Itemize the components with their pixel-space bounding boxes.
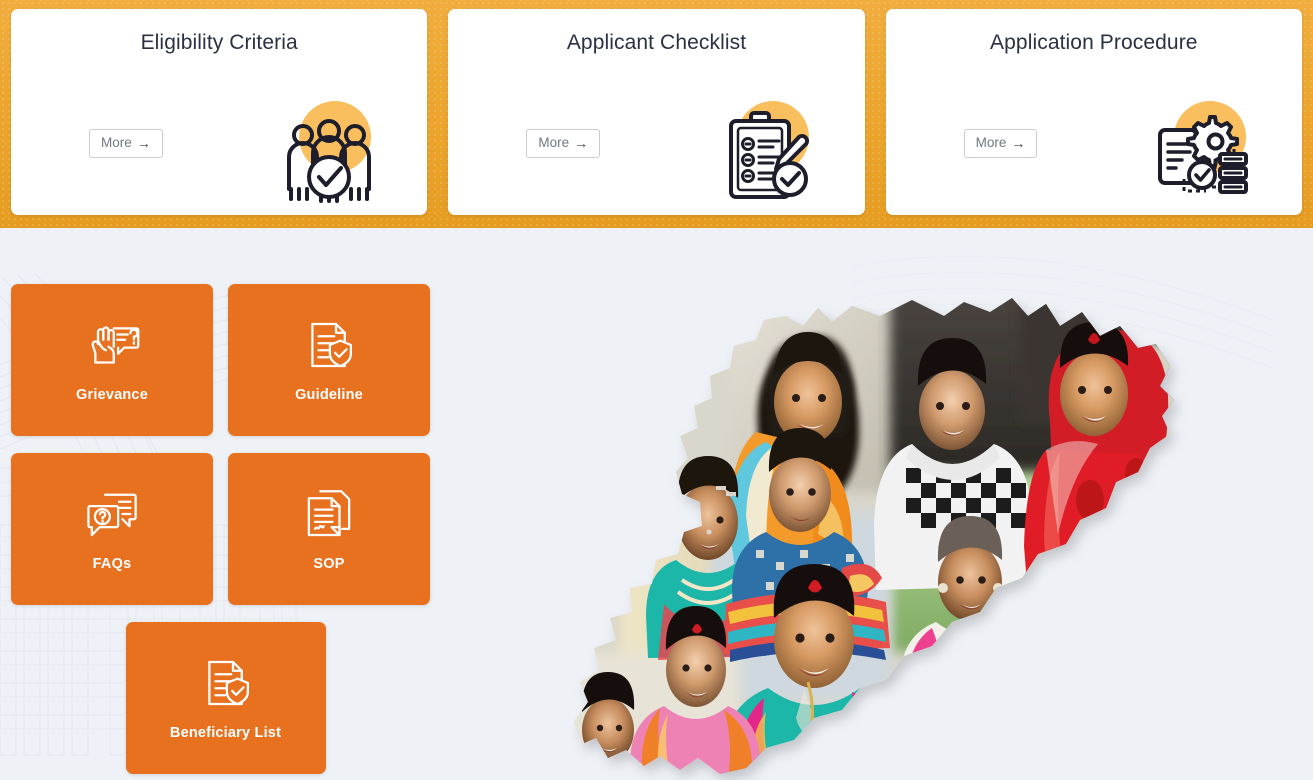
quick-links-row-1: Grievance Guideline bbox=[11, 284, 431, 436]
arrow-right-icon: → bbox=[574, 135, 589, 151]
info-card-application-procedure[interactable]: Application Procedure More → bbox=[885, 9, 1302, 215]
info-card-applicant-checklist[interactable]: Applicant Checklist More → bbox=[448, 9, 865, 215]
quick-links-row-2: FAQs SOP bbox=[11, 453, 431, 605]
more-button-application-procedure[interactable]: More → bbox=[963, 129, 1038, 158]
more-button-eligibility-criteria[interactable]: More → bbox=[89, 129, 163, 158]
quick-link-tile-beneficiary-list[interactable]: Beneficiary List bbox=[125, 622, 326, 774]
info-card-title: Eligibility Criteria bbox=[140, 31, 298, 54]
info-card-title: Application Procedure bbox=[990, 31, 1198, 54]
quick-link-label: Guideline bbox=[295, 387, 363, 403]
document-shield-check-icon bbox=[311, 322, 353, 368]
quick-link-tile-sop[interactable]: SOP bbox=[228, 453, 430, 605]
quick-link-label: Beneficiary List bbox=[169, 725, 282, 741]
odisha-state-map-photo-collage: Outline of Odisha state filled with a ph… bbox=[560, 282, 1220, 780]
question-speech-bubbles-icon bbox=[87, 493, 137, 537]
quick-link-tile-grievance[interactable]: Grievance bbox=[11, 284, 213, 436]
arrow-right-icon: → bbox=[136, 135, 151, 151]
top-highlight-band: Eligibility Criteria More → Applicant Ch… bbox=[0, 0, 1313, 228]
stacked-documents-signature-icon bbox=[307, 490, 351, 537]
people-group-check-icon bbox=[269, 97, 381, 209]
quick-link-label: Grievance bbox=[76, 387, 148, 403]
arrow-right-icon: → bbox=[1011, 135, 1026, 151]
more-button-applicant-checklist[interactable]: More → bbox=[526, 129, 601, 158]
raised-hand-question-bubble-icon bbox=[91, 326, 140, 364]
quick-link-label: FAQs bbox=[92, 556, 132, 572]
more-button-label: More bbox=[975, 135, 1007, 151]
quick-link-tile-guideline[interactable]: Guideline bbox=[228, 284, 430, 436]
clipboard-checklist-pencil-icon bbox=[707, 97, 819, 209]
more-button-label: More bbox=[101, 135, 132, 151]
more-button-label: More bbox=[538, 135, 570, 151]
document-shield-check-icon bbox=[207, 660, 249, 706]
document-gear-process-icon bbox=[1144, 97, 1256, 209]
page-root: Eligibility Criteria More → Applicant Ch… bbox=[0, 0, 1313, 780]
info-card-title: Applicant Checklist bbox=[566, 31, 747, 54]
info-card-eligibility-criteria[interactable]: Eligibility Criteria More → bbox=[11, 9, 428, 215]
quick-links-grid: Grievance Guideline FAQs SOP Beneficiary… bbox=[11, 284, 431, 774]
quick-link-tile-faqs[interactable]: FAQs bbox=[11, 453, 213, 605]
quick-link-label: SOP bbox=[313, 556, 345, 572]
quick-links-row-3: Beneficiary List bbox=[11, 622, 431, 774]
